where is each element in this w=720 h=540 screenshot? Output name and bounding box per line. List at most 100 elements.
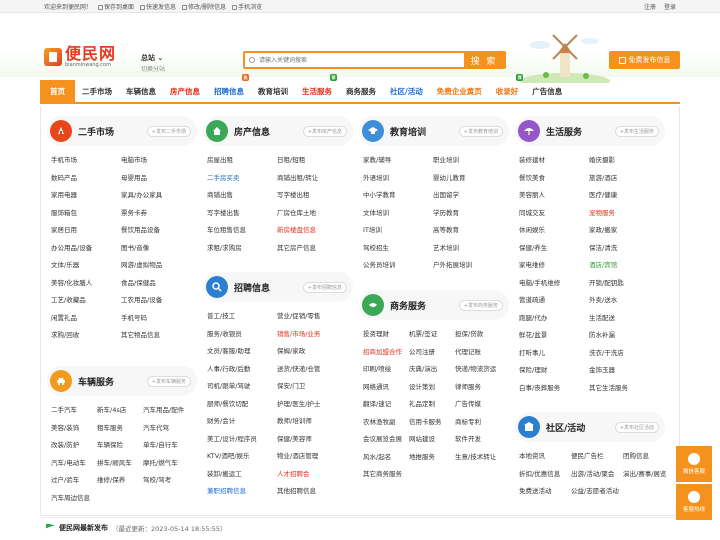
quick-post-link[interactable]: 快速发信息: [140, 2, 176, 11]
category-link[interactable]: 商标专利: [455, 414, 501, 432]
category-link[interactable]: 便民广告栏: [571, 448, 623, 466]
category-link[interactable]: KTV/酒吧/娱乐: [207, 448, 277, 466]
category-link[interactable]: 白事/丧葬服务: [519, 380, 589, 398]
category-link[interactable]: 汽车/电动车: [51, 455, 97, 473]
category-link[interactable]: 保洁/清洗: [589, 240, 659, 258]
ershou-post-link[interactable]: +发布二手市场: [146, 125, 191, 137]
category-link[interactable]: 其它生活服务: [589, 380, 659, 398]
category-link[interactable]: 汽车代驾: [143, 420, 201, 438]
category-link[interactable]: 手机市场: [51, 152, 121, 170]
category-link[interactable]: 家教/辅导: [363, 152, 433, 170]
category-link[interactable]: 数码产品: [51, 170, 121, 188]
shenghuo-title[interactable]: 生活服务: [546, 125, 582, 138]
city-name[interactable]: 总站 ⌄: [141, 53, 163, 63]
category-link[interactable]: 旅游/酒店: [589, 170, 659, 188]
category-link[interactable]: 生意/技术转让: [455, 449, 501, 467]
category-link[interactable]: 食品/保健品: [121, 275, 191, 293]
category-link[interactable]: 保健/养生: [519, 240, 589, 258]
category-link[interactable]: 人才招聘会: [277, 466, 347, 484]
category-link[interactable]: 机票/签证: [409, 326, 455, 344]
category-link[interactable]: 出国留学: [433, 187, 503, 205]
ershou-title[interactable]: 二手市场: [78, 125, 114, 138]
category-link[interactable]: 其它物品信息: [121, 327, 191, 345]
category-link[interactable]: 公益/志愿者活动: [571, 483, 623, 501]
category-link[interactable]: 驾校招生: [363, 240, 433, 258]
category-link[interactable]: 摩托/燃气车: [143, 455, 201, 473]
site-logo[interactable]: 便民网 bianminwang.com: [44, 46, 116, 68]
category-link[interactable]: 保险/理财: [519, 362, 589, 380]
category-link[interactable]: 手机号码: [121, 310, 191, 328]
category-link[interactable]: 信用卡服务: [409, 414, 455, 432]
category-link[interactable]: 外语培训: [363, 170, 433, 188]
category-link[interactable]: 商铺出售: [207, 187, 277, 205]
category-link[interactable]: 保安/门卫: [277, 378, 347, 396]
category-link[interactable]: 印刷/喷绘: [363, 361, 409, 379]
category-link[interactable]: 酒店/宾馆: [589, 257, 659, 275]
shequ-title[interactable]: 社区/活动: [546, 421, 585, 434]
category-link[interactable]: 汽车周边信息: [51, 490, 97, 508]
category-link[interactable]: 招商加盟合作: [363, 344, 409, 362]
nav-item[interactable]: 社区/活动: [383, 80, 430, 102]
category-link[interactable]: 二手房买卖: [207, 170, 277, 188]
wechat-service-button[interactable]: 微信客服: [676, 446, 712, 482]
category-link[interactable]: 农林渔牧副: [363, 414, 409, 432]
category-link[interactable]: 餐饮用品设备: [121, 222, 191, 240]
category-link[interactable]: 车辆保险: [97, 437, 143, 455]
category-link[interactable]: 服饰箱包: [51, 205, 121, 223]
nav-item[interactable]: 二手市场: [75, 80, 119, 102]
category-link[interactable]: 母婴用品: [121, 170, 191, 188]
category-link[interactable]: 婴幼儿教育: [433, 170, 503, 188]
category-link[interactable]: 家政/搬家: [589, 222, 659, 240]
category-link[interactable]: 软件开发: [455, 431, 501, 449]
category-link[interactable]: 房屋出租: [207, 152, 277, 170]
category-link[interactable]: 中小学教育: [363, 187, 433, 205]
category-link[interactable]: 礼品定制: [409, 396, 455, 414]
category-link[interactable]: 快递/物流货运: [455, 361, 501, 379]
category-link[interactable]: 求租/求购房: [207, 240, 277, 258]
category-link[interactable]: 普工/技工: [207, 308, 277, 326]
category-link[interactable]: 二手汽车: [51, 402, 97, 420]
nav-item[interactable]: 生活服务荐: [295, 74, 339, 102]
category-link[interactable]: 婚庆摄影: [589, 152, 659, 170]
category-link[interactable]: 新房楼盘信息: [277, 222, 347, 240]
category-link[interactable]: 出游/活动/聚会: [571, 466, 623, 484]
category-link[interactable]: 餐饮美食: [519, 170, 589, 188]
category-link[interactable]: 风水/起名: [363, 449, 409, 467]
category-link[interactable]: 防水补漏: [589, 327, 659, 345]
switch-city-link[interactable]: 切换分站: [141, 64, 165, 73]
category-link[interactable]: 户外拓展培训: [433, 257, 503, 275]
login-link[interactable]: 登录: [664, 2, 676, 11]
category-link[interactable]: 文员/客服/助理: [207, 343, 277, 361]
edit-delete-link[interactable]: 修改/删除信息: [182, 2, 226, 11]
shequ-post-link[interactable]: +发布社区活动: [614, 421, 659, 433]
nav-item[interactable]: 教育培训: [251, 80, 295, 102]
category-link[interactable]: 兼职招聘信息: [207, 483, 277, 501]
nav-item[interactable]: 首页: [40, 80, 75, 102]
nav-item[interactable]: 房产信息: [163, 80, 207, 102]
category-link[interactable]: 会议展览会展: [363, 431, 409, 449]
category-link[interactable]: 家电维修: [519, 257, 589, 275]
category-link[interactable]: 汽车用品/配件: [143, 402, 201, 420]
category-link[interactable]: 改装/防护: [51, 437, 97, 455]
category-link[interactable]: 日租/短租: [277, 152, 347, 170]
category-link[interactable]: 其他招聘信息: [277, 483, 347, 501]
category-link[interactable]: 网游/虚拟物品: [121, 257, 191, 275]
category-link[interactable]: 投资理财: [363, 326, 409, 344]
category-link[interactable]: 打听事儿: [519, 345, 589, 363]
category-link[interactable]: 司机/跟单/驾驶: [207, 378, 277, 396]
category-link[interactable]: 同城交友: [519, 205, 589, 223]
category-link[interactable]: 图书/音像: [121, 240, 191, 258]
category-link[interactable]: 翻译/速记: [363, 396, 409, 414]
category-link[interactable]: 人事/行政/后勤: [207, 361, 277, 379]
category-link[interactable]: 职业培训: [433, 152, 503, 170]
category-link[interactable]: 新车/4s店: [97, 402, 143, 420]
category-link[interactable]: 装卸/搬运工: [207, 466, 277, 484]
free-post-button[interactable]: 免费发布信息: [609, 51, 680, 69]
category-link[interactable]: 本地资讯: [519, 448, 571, 466]
category-link[interactable]: 过户/验车: [51, 472, 97, 490]
category-link[interactable]: 单车/自行车: [143, 437, 201, 455]
nav-item[interactable]: 车辆信息: [119, 80, 163, 102]
category-link[interactable]: 维修/保养: [97, 472, 143, 490]
news-title[interactable]: 便民网最新发布: [59, 523, 108, 533]
fangchan-post-link[interactable]: +发布房产信息: [302, 125, 347, 137]
